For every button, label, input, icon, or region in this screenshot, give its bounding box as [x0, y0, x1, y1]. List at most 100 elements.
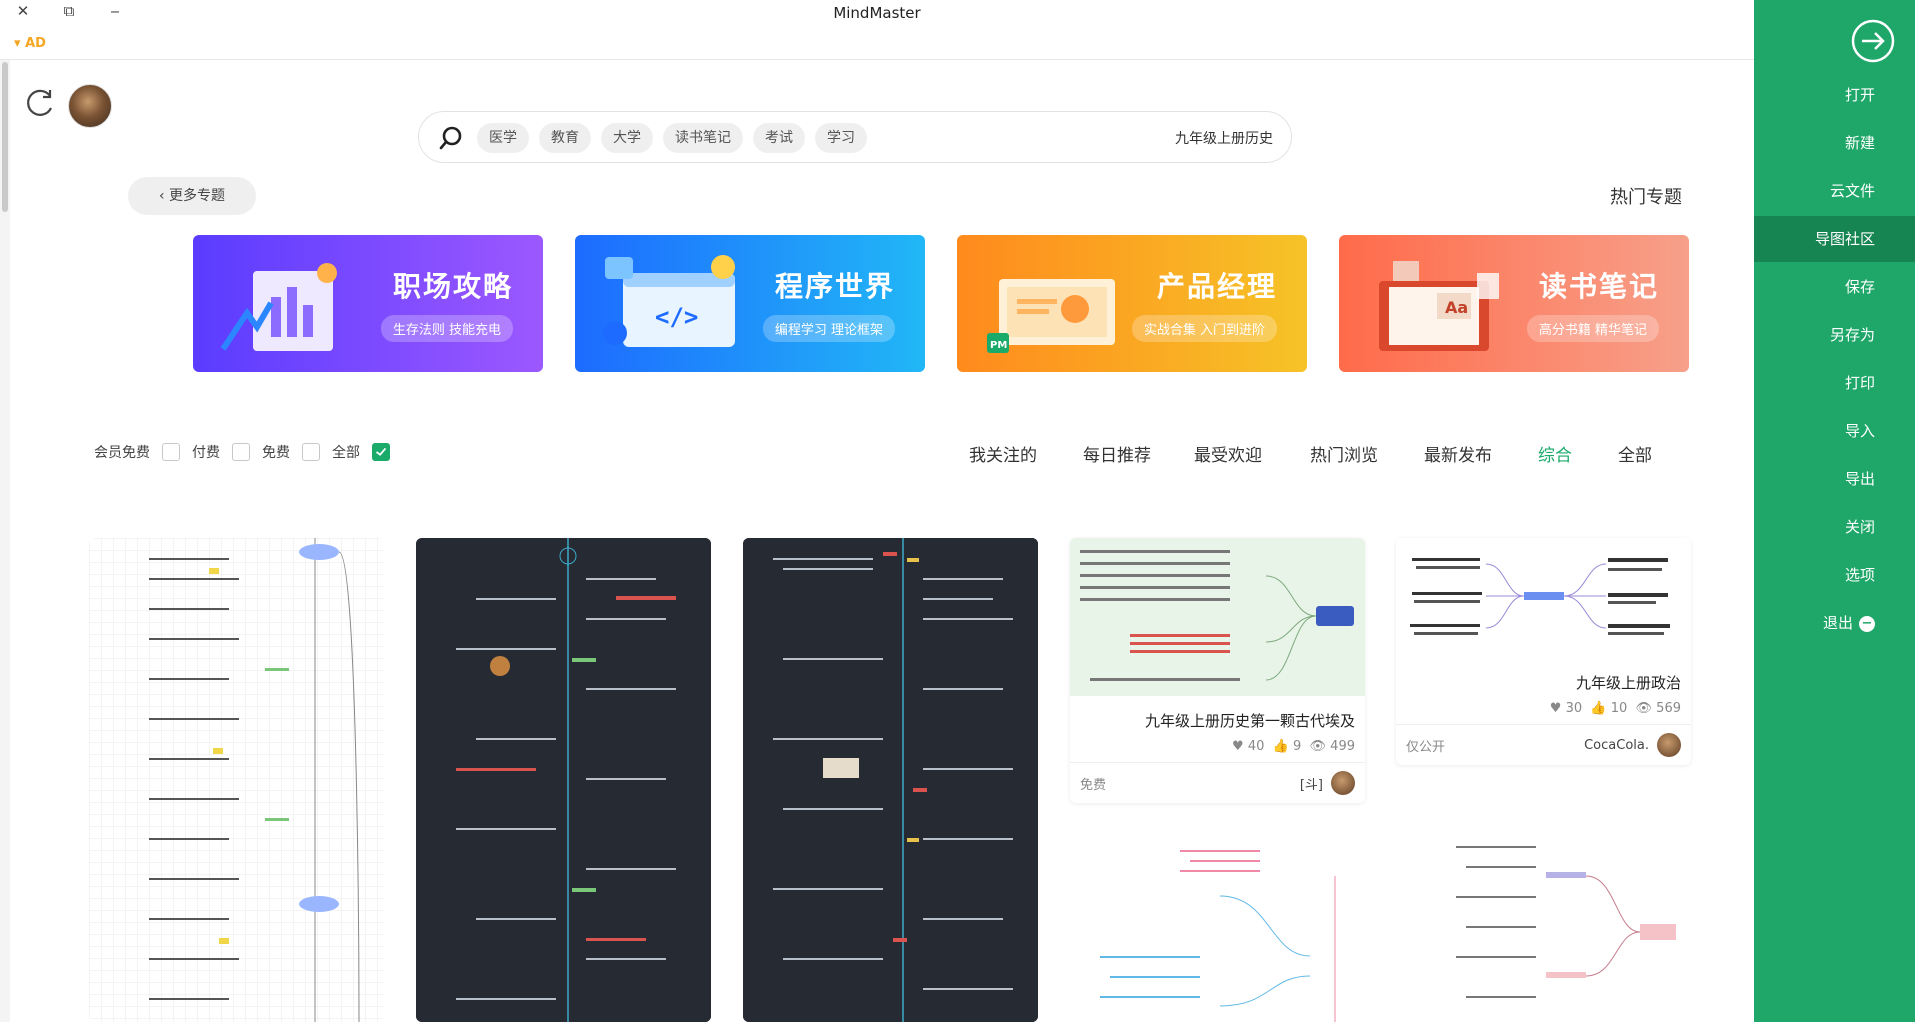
open-arrow-icon[interactable] — [1850, 18, 1896, 64]
filter-all-checkbox[interactable] — [372, 443, 390, 461]
menu-cloud-files[interactable]: 云文件 — [1754, 168, 1915, 214]
banner-title: 职场攻略 — [392, 270, 513, 303]
map-card[interactable]: 九年级上册历史第一颗古代埃及 ♥ 40 👍 9 👁 499 免费 [斗] — [1070, 538, 1365, 803]
tag-reading-notes[interactable]: 读书笔记 — [663, 123, 743, 153]
card-stats: ♥ 30 👍 10 👁 569 — [1396, 693, 1691, 724]
access-label: 免费 — [1080, 777, 1107, 793]
tag-study[interactable]: 学习 — [815, 123, 867, 153]
more-topics-label: 更多专题 — [169, 188, 226, 204]
tab-latest[interactable]: 最新发布 — [1424, 441, 1492, 466]
tab-following[interactable]: 我关注的 — [969, 441, 1037, 466]
tag-exam[interactable]: 考试 — [753, 123, 805, 153]
exit-icon: − — [1859, 615, 1875, 632]
eye-icon: 👁 — [1635, 701, 1653, 716]
favorites-count: 30 — [1565, 701, 1583, 716]
map-card[interactable]: 九年级上册政治 ♥ 30 👍 10 👁 569 仅公开 CocaCola. — [1396, 538, 1691, 765]
menu-options[interactable]: 选项 — [1754, 552, 1915, 598]
exit-label: 退出 — [1822, 614, 1853, 632]
menu-save-as[interactable]: 另存为 — [1754, 312, 1915, 358]
close-icon[interactable]: ✕ — [12, 2, 34, 20]
map-thumbnail — [1396, 538, 1691, 658]
banner-reading-notes[interactable]: Aa 读书笔记 高分书籍 精华笔记 — [1339, 235, 1689, 372]
views-count: 499 — [1330, 739, 1355, 754]
map-card[interactable] — [743, 538, 1038, 1022]
map-thumbnail — [89, 538, 384, 1022]
ad-badge[interactable]: ▾ AD — [14, 36, 46, 51]
map-card[interactable] — [89, 538, 384, 1022]
svg-text:Aa: Aa — [1445, 298, 1468, 317]
search-tags: 医学 教育 大学 读书笔记 考试 学习 — [477, 123, 867, 153]
scrollbar-thumb[interactable] — [2, 62, 8, 212]
window-title: MindMaster — [833, 4, 921, 22]
map-card[interactable] — [416, 538, 711, 1022]
map-thumbnail — [1396, 836, 1691, 1022]
map-thumbnail — [1070, 538, 1365, 696]
card-stats: ♥ 40 👍 9 👁 499 — [1070, 731, 1365, 762]
more-topics-button[interactable]: ‹ 更多专题 — [128, 177, 256, 215]
book-illustration-icon: Aa — [1379, 261, 1499, 351]
banner-workplace-guide[interactable]: 职场攻略 生存法则 技能充电 — [193, 235, 543, 372]
restore-icon[interactable]: ⧉ — [58, 2, 80, 20]
side-menu: 打开 新建 云文件 导图社区 保存 另存为 打印 导入 导出 关闭 选项 退出 − — [1754, 0, 1915, 1022]
likes-count: 10 — [1610, 701, 1628, 716]
map-card[interactable] — [1396, 836, 1691, 1022]
menu-save[interactable]: 保存 — [1754, 264, 1915, 310]
card-title: 九年级上册政治 — [1575, 674, 1681, 692]
tab-hot-views[interactable]: 热门浏览 — [1310, 441, 1378, 466]
filter-paid-checkbox[interactable] — [232, 443, 250, 461]
map-card[interactable] — [1070, 836, 1365, 1022]
banner-subtitle: 实战合集 入门到进阶 — [1131, 315, 1277, 342]
search-input[interactable] — [1033, 124, 1273, 152]
search-bar: 医学 教育 大学 读书笔记 考试 学习 — [418, 111, 1292, 163]
likes-count: 9 — [1292, 739, 1302, 754]
filter-all-label: 全部 — [332, 445, 360, 461]
banner-title: 产品经理 — [1156, 270, 1277, 303]
menu-new[interactable]: 新建 — [1754, 120, 1915, 166]
banner-subtitle: 高分书籍 精华笔记 — [1526, 315, 1659, 342]
menu-export[interactable]: 导出 — [1754, 456, 1915, 502]
menu-community[interactable]: 导图社区 — [1754, 216, 1915, 262]
banner-product-manager[interactable]: PM 产品经理 实战合集 入门到进阶 — [957, 235, 1307, 372]
tab-daily[interactable]: 每日推荐 — [1083, 441, 1151, 466]
map-thumbnail — [416, 538, 711, 1022]
user-avatar[interactable] — [68, 84, 112, 128]
author[interactable]: [斗] — [1300, 771, 1355, 795]
filter-member-free-checkbox[interactable] — [162, 443, 180, 461]
menu-exit[interactable]: 退出 − — [1754, 600, 1915, 646]
refresh-icon[interactable] — [22, 86, 56, 120]
tab-composite[interactable]: 综合 — [1538, 441, 1572, 466]
heart-icon[interactable]: ♥ — [1550, 701, 1562, 716]
menu-print[interactable]: 打印 — [1754, 360, 1915, 406]
check-icon — [376, 447, 387, 456]
menu-close[interactable]: 关闭 — [1754, 504, 1915, 550]
heart-icon[interactable]: ♥ — [1232, 739, 1244, 754]
tag-medicine[interactable]: 医学 — [477, 123, 529, 153]
author-name: [斗] — [1299, 777, 1323, 793]
tab-most-liked[interactable]: 最受欢迎 — [1194, 441, 1262, 466]
filter-member-free-label: 会员免费 — [94, 445, 150, 461]
tag-education[interactable]: 教育 — [539, 123, 591, 153]
ad-label: AD — [25, 36, 46, 51]
author-avatar[interactable] — [1657, 733, 1681, 757]
menu-open[interactable]: 打开 — [1754, 72, 1915, 118]
presentation-illustration-icon: PM — [987, 279, 1115, 353]
banner-title: 读书笔记 — [1538, 270, 1659, 303]
menu-import[interactable]: 导入 — [1754, 408, 1915, 454]
tag-university[interactable]: 大学 — [601, 123, 653, 153]
price-filters: 全部 免费 付费 会员免费 — [94, 441, 394, 465]
banner-subtitle: 编程学习 理论框架 — [762, 315, 895, 342]
search-icon[interactable] — [437, 124, 465, 152]
access-label: 仅公开 — [1406, 739, 1446, 755]
eye-icon: 👁 — [1309, 739, 1327, 754]
minimize-icon[interactable]: ‒ — [104, 2, 126, 20]
card-title: 九年级上册历史第一颗古代埃及 — [1144, 712, 1355, 730]
filter-free-checkbox[interactable] — [302, 443, 320, 461]
author[interactable]: CocaCola. — [1584, 733, 1681, 757]
vertical-scrollbar[interactable] — [0, 60, 10, 1022]
banner-programming-world[interactable]: </> 程序世界 编程学习 理论框架 — [575, 235, 925, 372]
views-count: 569 — [1656, 701, 1681, 716]
like-icon[interactable]: 👍 — [1273, 739, 1289, 754]
author-avatar[interactable] — [1331, 771, 1355, 795]
tab-all[interactable]: 全部 — [1618, 441, 1652, 466]
like-icon[interactable]: 👍 — [1590, 701, 1606, 716]
